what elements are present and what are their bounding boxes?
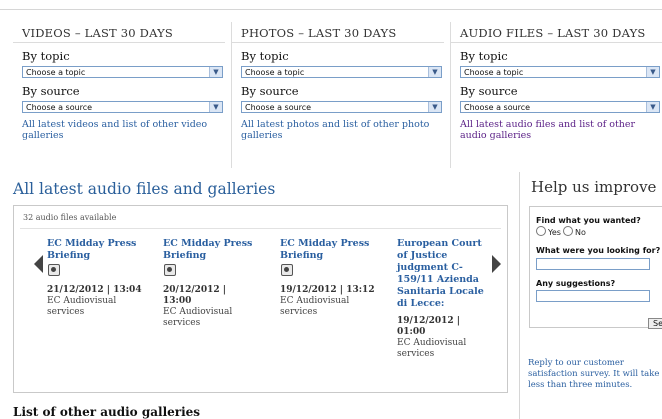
- latest-heading: All latest audio files and galleries: [13, 180, 276, 198]
- audio-item-title[interactable]: EC Midday Press Briefing: [280, 238, 380, 262]
- audio-item-source: EC Audiovisual services: [47, 296, 117, 317]
- feedback-form: Find what you wanted? Yes No What were y…: [529, 206, 662, 329]
- audio-filter-panel: AUDIO FILES – LAST 30 DAYS By topic Choo…: [451, 22, 662, 168]
- speaker-icon: [164, 264, 176, 276]
- photos-topic-value: Choose a topic: [245, 68, 305, 77]
- videos-topic-label: By topic: [22, 49, 70, 63]
- audio-source-select[interactable]: Choose a source ▼: [460, 101, 660, 113]
- no-label: No: [575, 228, 586, 237]
- audio-item-source: EC Audiovisual services: [280, 296, 350, 317]
- other-galleries-heading: List of other audio galleries: [13, 405, 201, 419]
- survey-link[interactable]: Reply to our customer satisfaction surve…: [528, 358, 662, 391]
- send-button[interactable]: Sen: [648, 318, 662, 329]
- audio-carousel: 32 audio files available EC Midday Press…: [13, 205, 508, 393]
- no-radio[interactable]: No: [563, 226, 586, 237]
- videos-panel: VIDEOS – LAST 30 DAYS By topic Choose a …: [13, 22, 225, 168]
- audio-item-title[interactable]: EC Midday Press Briefing: [163, 238, 263, 262]
- videos-source-value: Choose a source: [26, 103, 93, 112]
- audio-item[interactable]: EC Midday Press Briefing 21/12/2012 | 13…: [47, 238, 147, 318]
- speaker-icon: [281, 264, 293, 276]
- chevron-down-icon[interactable]: ▼: [428, 67, 441, 77]
- audio-all-link[interactable]: All latest audio files and list of other…: [451, 119, 662, 141]
- audio-item-date: 19/12/2012 | 01:00: [397, 316, 461, 337]
- audio-item-source: EC Audiovisual services: [397, 338, 467, 359]
- audio-topic-label: By topic: [460, 49, 508, 63]
- yes-radio[interactable]: Yes: [536, 226, 561, 237]
- radio-icon[interactable]: [563, 226, 573, 236]
- photos-source-select[interactable]: Choose a source ▼: [241, 101, 442, 113]
- videos-title: VIDEOS – LAST 30 DAYS: [13, 22, 225, 43]
- videos-source-label: By source: [22, 84, 80, 98]
- audio-topic-value: Choose a topic: [464, 68, 524, 77]
- audio-count: 32 audio files available: [23, 213, 117, 222]
- chevron-down-icon[interactable]: ▼: [209, 67, 222, 77]
- radio-icon[interactable]: [536, 226, 546, 236]
- looking-for-question: What were you looking for?: [536, 246, 661, 255]
- speaker-icon: [48, 264, 60, 276]
- carousel-next-icon[interactable]: [492, 255, 501, 273]
- looking-for-input[interactable]: [536, 258, 650, 270]
- videos-all-link[interactable]: All latest videos and list of other vide…: [13, 119, 225, 141]
- audio-source-label: By source: [460, 84, 518, 98]
- videos-topic-select[interactable]: Choose a topic ▼: [22, 66, 223, 78]
- audio-filter-title: AUDIO FILES – LAST 30 DAYS: [451, 22, 662, 43]
- chevron-down-icon[interactable]: ▼: [646, 102, 659, 112]
- feedback-title: Help us improve: [531, 178, 657, 196]
- found-question: Find what you wanted?: [536, 216, 641, 225]
- suggestions-input[interactable]: [536, 290, 650, 302]
- yes-label: Yes: [548, 228, 561, 237]
- carousel-prev-icon[interactable]: [34, 255, 43, 273]
- audio-item[interactable]: European Court of Justice judgment C-159…: [397, 238, 485, 360]
- audio-item-date: 21/12/2012 | 13:04: [47, 285, 142, 295]
- audio-item-date: 20/12/2012 | 13:00: [163, 285, 227, 306]
- photos-topic-label: By topic: [241, 49, 289, 63]
- chevron-down-icon[interactable]: ▼: [646, 67, 659, 77]
- top-divider: [0, 9, 662, 10]
- photos-title: PHOTOS – LAST 30 DAYS: [232, 22, 444, 43]
- audio-topic-select[interactable]: Choose a topic ▼: [460, 66, 660, 78]
- suggestions-question: Any suggestions?: [536, 279, 616, 288]
- divider: [20, 228, 501, 229]
- audio-item[interactable]: EC Midday Press Briefing 20/12/2012 | 13…: [163, 238, 263, 329]
- videos-topic-value: Choose a topic: [26, 68, 86, 77]
- chevron-down-icon[interactable]: ▼: [209, 102, 222, 112]
- audio-item[interactable]: EC Midday Press Briefing 19/12/2012 | 13…: [280, 238, 380, 318]
- chevron-down-icon[interactable]: ▼: [428, 102, 441, 112]
- photos-topic-select[interactable]: Choose a topic ▼: [241, 66, 442, 78]
- audio-source-value: Choose a source: [464, 103, 531, 112]
- photos-source-label: By source: [241, 84, 299, 98]
- videos-source-select[interactable]: Choose a source ▼: [22, 101, 223, 113]
- audio-item-source: EC Audiovisual services: [163, 307, 233, 328]
- audio-item-title[interactable]: European Court of Justice judgment C-159…: [397, 238, 485, 310]
- audio-item-title[interactable]: EC Midday Press Briefing: [47, 238, 147, 262]
- photos-source-value: Choose a source: [245, 103, 312, 112]
- audio-item-date: 19/12/2012 | 13:12: [280, 285, 375, 295]
- photos-all-link[interactable]: All latest photos and list of other phot…: [232, 119, 444, 141]
- feedback-panel: Help us improve Find what you wanted? Ye…: [519, 172, 662, 419]
- photos-panel: PHOTOS – LAST 30 DAYS By topic Choose a …: [232, 22, 444, 168]
